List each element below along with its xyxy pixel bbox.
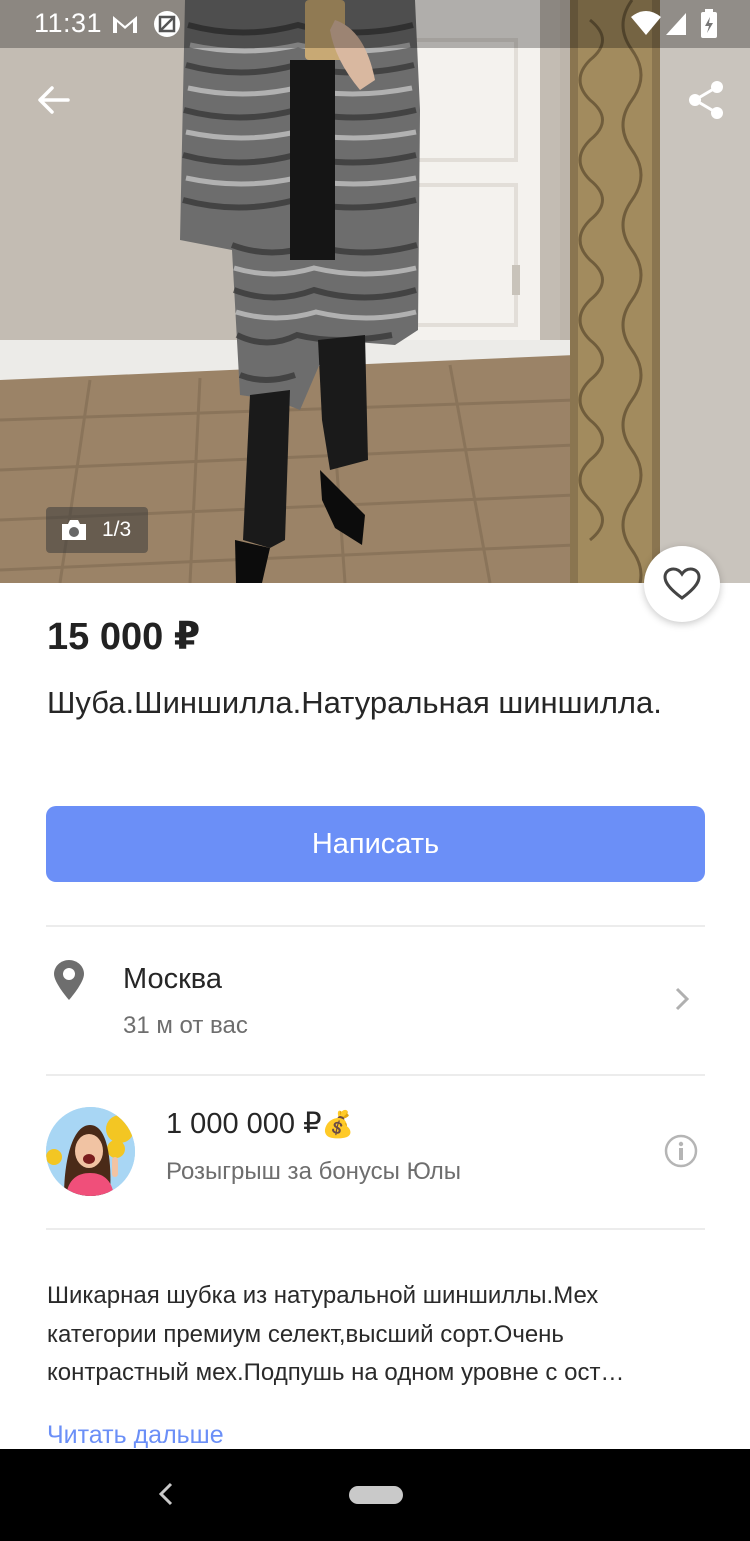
description-line: Шикарная шубка из натуральной шиншиллы.М…	[47, 1282, 599, 1309]
description-line: категории премиум селект,высший сорт.Оче…	[47, 1320, 564, 1348]
photo-counter-text: 1/3	[102, 518, 132, 541]
system-back-button[interactable]	[156, 1481, 176, 1512]
listing-photo[interactable]: 11:31 1/3	[0, 0, 750, 583]
gmail-icon	[110, 10, 140, 45]
status-time: 11:31	[34, 8, 103, 38]
battery-icon	[700, 9, 718, 46]
system-home-pill[interactable]	[349, 1486, 403, 1504]
description-line: контрастный мех.Подпушь на одном уровне …	[47, 1359, 625, 1386]
location-row[interactable]: Москва 31 м от вас	[0, 928, 750, 1072]
promo-amount-value: 1 000 000 ₽	[166, 1108, 322, 1140]
wifi-icon	[630, 11, 662, 44]
camera-icon	[60, 518, 88, 542]
divider	[46, 925, 705, 927]
bonus-promo-row[interactable]: 1 000 000 ₽💰 Розыгрыш за бонусы Юлы	[0, 1076, 750, 1226]
system-nav-bar	[0, 1449, 750, 1541]
listing-price: 15 000 ₽	[47, 616, 201, 658]
status-bar: 11:31	[0, 0, 750, 48]
promo-subtitle: Розыгрыш за бонусы Юлы	[166, 1158, 461, 1185]
chevron-left-icon	[158, 1482, 173, 1506]
info-icon[interactable]	[664, 1134, 698, 1173]
share-icon	[689, 81, 723, 119]
location-distance: 31 м от вас	[123, 1012, 248, 1039]
divider	[46, 1228, 705, 1230]
back-button[interactable]	[24, 70, 84, 130]
photo-toolbar	[0, 60, 750, 140]
heart-icon	[663, 567, 701, 600]
listing-description: Шикарная шубка из натуральной шиншиллы.М…	[47, 1277, 707, 1393]
location-pin-icon	[52, 959, 86, 1006]
arrow-left-icon	[38, 86, 70, 114]
chevron-right-icon	[672, 986, 692, 1017]
promo-amount: 1 000 000 ₽💰	[166, 1106, 354, 1141]
signal-icon	[664, 11, 688, 44]
listing-title: Шуба.Шиншилла.Натуральная шиншилла.	[47, 685, 662, 720]
write-message-button[interactable]: Написать	[46, 806, 705, 882]
location-city: Москва	[123, 963, 223, 995]
photo-counter: 1/3	[46, 507, 148, 553]
share-button[interactable]	[676, 70, 736, 130]
money-bag-icon: 💰	[321, 1109, 354, 1139]
favorite-button[interactable]	[644, 546, 720, 622]
promo-avatar	[46, 1107, 135, 1196]
read-more-link[interactable]: Читать дальше	[47, 1421, 224, 1450]
app-icon	[152, 10, 182, 45]
